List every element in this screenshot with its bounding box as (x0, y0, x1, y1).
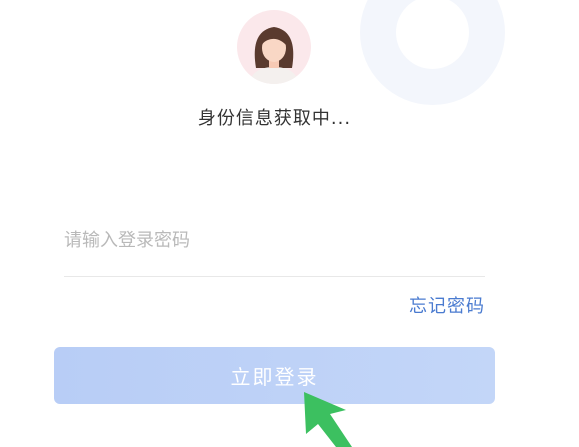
background-decoration (360, 0, 505, 105)
female-user-avatar-icon (249, 27, 299, 84)
forgot-password-link[interactable]: 忘记密码 (409, 292, 485, 318)
password-input[interactable] (64, 220, 484, 260)
identity-loading-status: 身份信息获取中... (197, 108, 352, 129)
input-divider (64, 276, 485, 277)
login-button[interactable]: 立即登录 (54, 347, 495, 404)
background-decoration-inner (396, 0, 469, 69)
user-avatar-icon (237, 10, 311, 84)
